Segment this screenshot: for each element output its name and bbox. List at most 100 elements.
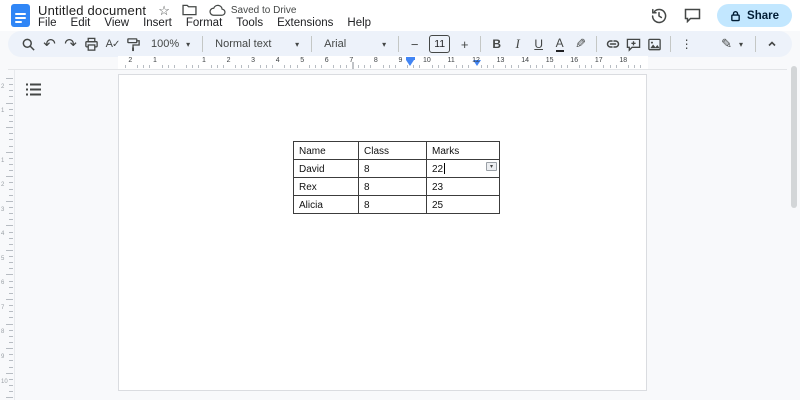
share-button[interactable]: Share — [717, 4, 792, 27]
font-value: Arial — [324, 38, 347, 50]
text-cursor — [444, 163, 446, 174]
ruler-tick — [628, 65, 630, 68]
table-cell[interactable]: 22 ▾ — [426, 159, 500, 178]
ruler-number: 9 — [1, 353, 5, 360]
add-comment-icon[interactable] — [623, 33, 644, 55]
ruler-tick — [357, 65, 359, 68]
docs-logo-icon[interactable] — [11, 4, 30, 27]
ruler-number: 4 — [1, 231, 5, 238]
ruler-tick — [9, 170, 13, 172]
paragraph-style-select[interactable]: Normal text ▾ — [208, 33, 306, 55]
menu-insert[interactable]: Insert — [138, 16, 177, 30]
insert-image-icon[interactable] — [644, 33, 665, 55]
more-options-icon[interactable]: ⋮ — [676, 33, 697, 55]
font-select[interactable]: Arial ▾ — [317, 33, 393, 55]
paint-format-icon[interactable] — [123, 33, 144, 55]
ruler-tick — [9, 335, 13, 337]
lock-icon — [731, 10, 740, 21]
ruler-tick — [578, 65, 580, 68]
menu-help[interactable]: Help — [342, 16, 376, 30]
table-cell[interactable]: 8 — [358, 195, 427, 214]
table-cell[interactable]: 8 — [358, 159, 427, 178]
decrease-font-size-button[interactable]: − — [404, 33, 425, 55]
ruler-tick — [640, 65, 642, 68]
search-icon[interactable] — [18, 33, 39, 55]
chevron-down-icon: ▾ — [738, 39, 743, 49]
menu-extensions[interactable]: Extensions — [272, 16, 338, 30]
table-cell[interactable]: 23 — [426, 177, 500, 196]
ruler-number: 6 — [1, 280, 5, 287]
ruler-tick — [6, 127, 13, 129]
text-color-button[interactable]: A — [549, 33, 570, 55]
bold-button[interactable]: B — [486, 33, 507, 55]
table-cell[interactable]: Marks — [426, 141, 500, 160]
menu-view[interactable]: View — [99, 16, 134, 30]
ruler-tick — [6, 323, 13, 325]
editing-mode-select[interactable]: ✎ ▾ — [714, 33, 750, 55]
vertical-ruler: 2 1 1 2 3 4 5 6 7 8 9 10 — [0, 70, 15, 400]
ruler-tick — [9, 188, 13, 190]
paragraph-style-value: Normal text — [215, 38, 272, 50]
toolbar-divider — [202, 36, 204, 52]
increase-font-size-button[interactable]: + — [454, 33, 475, 55]
print-icon[interactable] — [81, 33, 102, 55]
menu-format[interactable]: Format — [181, 16, 227, 30]
ruler-tick — [9, 182, 13, 184]
ruler-tick — [9, 360, 13, 362]
menu-tools[interactable]: Tools — [231, 16, 268, 30]
saved-status[interactable]: Saved to Drive — [231, 5, 297, 16]
table-cell[interactable]: David — [293, 159, 359, 178]
comments-icon[interactable] — [684, 8, 701, 23]
table-cell[interactable]: 8 — [358, 177, 427, 196]
spellcheck-mark: ✓ — [111, 38, 120, 50]
horizontal-ruler: 2 1 1 2 3 4 5 6 7 8 9 10 11 12 13 14 15 16 17 18 — [118, 56, 648, 69]
italic-button[interactable]: I — [507, 33, 528, 55]
version-history-icon[interactable] — [650, 7, 668, 25]
menu-bar: File Edit View Insert Format Tools Extensions H… — [33, 16, 380, 30]
ruler-number: 1 — [1, 108, 5, 115]
ruler-number: 2 — [1, 182, 5, 189]
hide-menus-icon[interactable] — [761, 33, 782, 55]
table-cell[interactable]: Alicia — [293, 195, 359, 214]
ruler-tick — [284, 65, 286, 68]
table-cell-dropdown[interactable]: ▾ — [486, 162, 497, 171]
ruler-tick — [9, 84, 13, 86]
google-docs-app: Untitled document ☆ Saved to Drive File E… — [0, 0, 800, 400]
spellcheck-icon[interactable]: A ✓ — [102, 33, 123, 55]
document-outline-icon[interactable] — [24, 81, 42, 97]
table-cell[interactable]: Rex — [293, 177, 359, 196]
ruler-tick — [9, 231, 13, 233]
vertical-scrollbar-thumb[interactable] — [791, 66, 797, 208]
top-bar: Untitled document ☆ Saved to Drive File E… — [0, 0, 800, 31]
ruler-number: 4 — [275, 57, 280, 64]
undo-icon[interactable]: ↶ — [39, 33, 60, 55]
ruler-number: 1 — [1, 157, 5, 164]
move-folder-icon[interactable] — [182, 4, 197, 16]
ruler-number: 7 — [1, 304, 5, 311]
ruler-number: 9 — [398, 57, 403, 64]
ruler-tick — [333, 65, 335, 68]
zoom-select[interactable]: 100% ▾ — [144, 33, 197, 55]
font-size-input[interactable]: 11 — [429, 35, 451, 53]
ruler-tick — [603, 65, 605, 68]
ruler-tick — [566, 65, 568, 68]
ruler-number: 10 — [423, 57, 431, 64]
table-cell[interactable]: Class — [358, 141, 427, 160]
ruler-tick — [259, 65, 261, 68]
toolbar-divider — [755, 36, 756, 52]
redo-icon[interactable]: ↷ — [60, 33, 81, 55]
highlight-color-icon[interactable]: ✎ — [570, 33, 591, 55]
underline-button[interactable]: U — [528, 33, 549, 55]
table-cell[interactable]: 25 — [426, 195, 500, 214]
ruler-tick — [9, 237, 13, 239]
document-page[interactable]: Name Class Marks David 8 22 ▾ Rex 8 23 Alicia 8 25 — [118, 74, 647, 391]
insert-link-icon[interactable] — [602, 33, 623, 55]
ruler-tick — [609, 65, 611, 68]
menu-edit[interactable]: Edit — [66, 16, 96, 30]
saved-to-drive-icon[interactable] — [209, 4, 226, 17]
star-icon[interactable]: ☆ — [158, 4, 170, 17]
menu-file[interactable]: File — [33, 16, 62, 30]
table-cell[interactable]: Name — [293, 141, 359, 160]
ruler-tick — [315, 65, 317, 68]
chevron-down-icon: ▾ — [382, 39, 387, 49]
